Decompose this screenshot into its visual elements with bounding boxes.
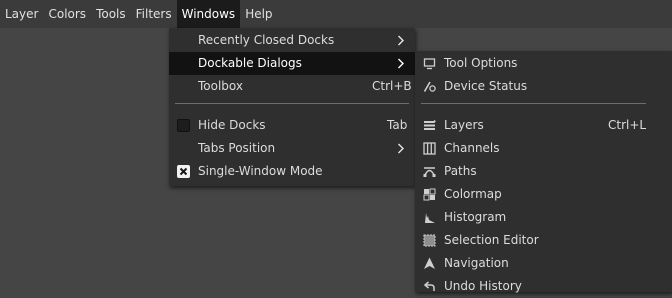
menu-item-device-status[interactable]: Device Status — [415, 75, 672, 98]
menu-item-paths[interactable]: Paths — [415, 160, 672, 183]
menu-item-undo-history[interactable]: Undo History — [415, 275, 672, 298]
menu-item-shortcut: Ctrl+L — [608, 118, 647, 132]
menu-item-label: Paths — [444, 164, 477, 178]
menu-item-label: Layers — [444, 118, 484, 132]
menu-colors[interactable]: Colors — [43, 0, 91, 28]
menu-separator — [175, 103, 409, 104]
windows-menu: Recently Closed Docks Dockable Dialogs T… — [169, 28, 415, 186]
menu-tools[interactable]: Tools — [91, 0, 131, 28]
menu-help[interactable]: Help — [240, 0, 277, 28]
chevron-right-icon — [398, 35, 404, 46]
menu-item-label: Recently Closed Docks — [198, 33, 335, 47]
menu-item-selection-editor[interactable]: Selection Editor — [415, 229, 672, 252]
tool-options-icon — [423, 58, 436, 70]
menu-item-hide-docks[interactable]: Hide Docks Tab — [169, 114, 415, 137]
menu-item-layers[interactable]: Layers Ctrl+L — [415, 114, 672, 137]
menu-item-label: Histogram — [444, 210, 507, 224]
menu-item-channels[interactable]: Channels — [415, 137, 672, 160]
menu-item-colormap[interactable]: Colormap — [415, 183, 672, 206]
menu-item-label: Toolbox — [198, 79, 243, 93]
undo-history-icon — [423, 281, 435, 291]
channels-icon — [423, 142, 436, 155]
menu-item-single-window-mode[interactable]: Single-Window Mode — [169, 160, 415, 183]
chevron-right-icon — [398, 143, 404, 154]
menu-item-histogram[interactable]: Histogram — [415, 206, 672, 229]
paths-icon — [423, 167, 436, 177]
menu-item-label: Undo History — [444, 279, 522, 293]
menu-item-label: Channels — [444, 141, 500, 155]
histogram-icon — [424, 213, 435, 223]
menu-item-shortcut: Tab — [387, 118, 408, 132]
menu-separator — [421, 103, 646, 104]
menu-layer[interactable]: Layer — [0, 0, 43, 28]
menu-item-label: Navigation — [444, 256, 509, 270]
chevron-right-icon — [398, 58, 404, 69]
menu-item-label: Tabs Position — [198, 141, 276, 155]
menu-item-toolbox[interactable]: Toolbox Ctrl+B — [169, 75, 415, 98]
menu-item-dockable-dialogs[interactable]: Dockable Dialogs — [169, 52, 415, 75]
menu-item-label: Selection Editor — [444, 233, 539, 247]
navigation-icon — [424, 257, 435, 269]
layers-icon — [424, 119, 436, 130]
checkbox-checked-icon — [177, 165, 190, 178]
menu-item-tool-options[interactable]: Tool Options — [415, 52, 672, 75]
menu-item-label: Tool Options — [444, 56, 518, 70]
menu-filters[interactable]: Filters — [131, 0, 177, 28]
menu-item-label: Device Status — [444, 79, 528, 93]
menu-windows[interactable]: Windows — [176, 0, 241, 28]
menu-item-shortcut: Ctrl+B — [372, 79, 412, 93]
menu-bar: Layer Colors Tools Filters Windows Help — [0, 0, 672, 28]
dockable-dialogs-submenu: Tool Options Device Status Layers Ctrl+L… — [415, 51, 672, 293]
selection-editor-icon — [423, 234, 436, 247]
menu-item-label: Single-Window Mode — [198, 164, 323, 178]
menu-item-label: Dockable Dialogs — [198, 56, 302, 70]
checkbox-unchecked-icon — [177, 119, 190, 132]
menu-item-label: Colormap — [444, 187, 502, 201]
colormap-icon — [423, 188, 436, 201]
menu-item-label: Hide Docks — [198, 118, 266, 132]
menu-item-recently-closed-docks[interactable]: Recently Closed Docks — [169, 29, 415, 52]
device-status-icon — [423, 81, 436, 92]
menu-item-navigation[interactable]: Navigation — [415, 252, 672, 275]
menu-item-tabs-position[interactable]: Tabs Position — [169, 137, 415, 160]
